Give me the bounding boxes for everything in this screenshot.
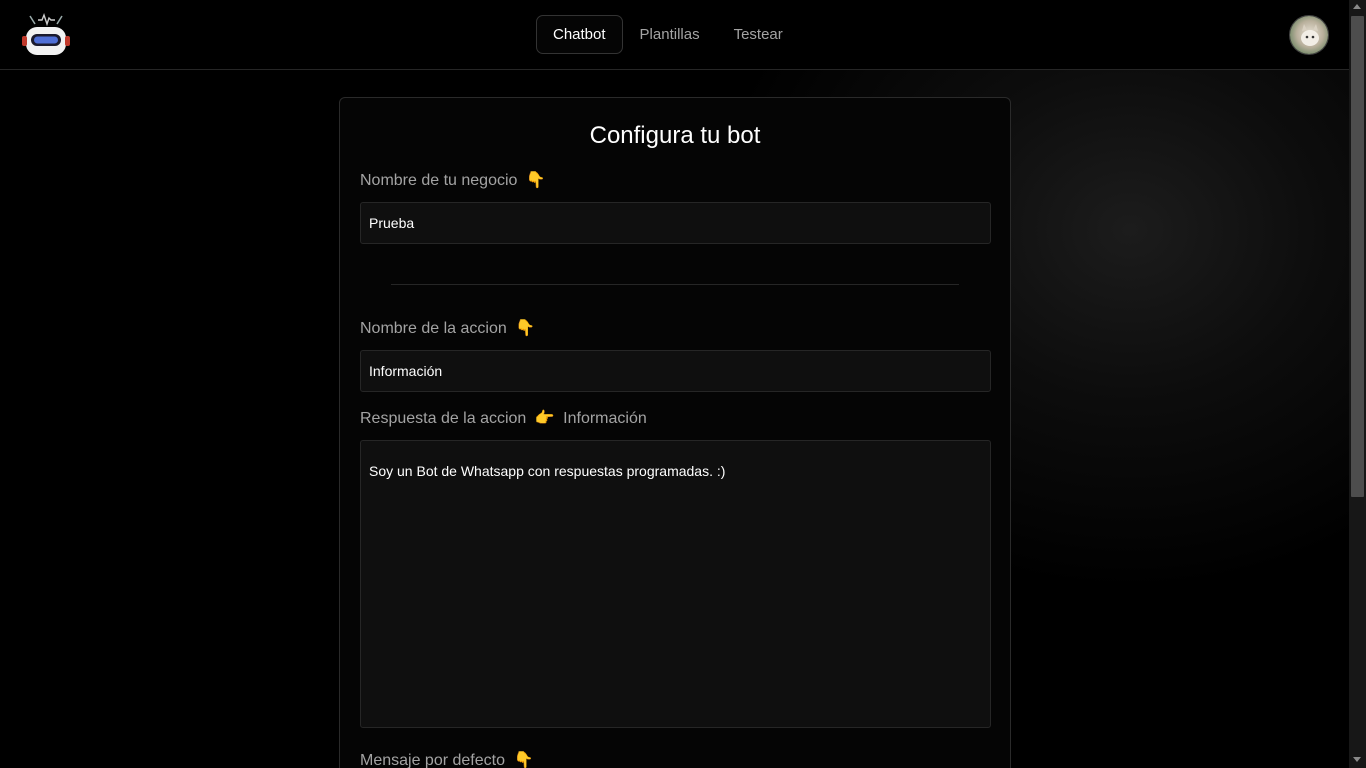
action-response-label-suffix: Información — [563, 410, 647, 427]
business-name-label: Nombre de tu negocio 👇 — [360, 170, 546, 190]
action-response-textarea[interactable]: Soy un Bot de Whatsapp con respuestas pr… — [360, 440, 991, 728]
page-title: Configura tu bot — [589, 122, 761, 149]
top-navbar: Chatbot Plantillas Testear — [0, 0, 1349, 70]
business-name-input[interactable]: Prueba — [360, 202, 991, 244]
business-name-label-text: Nombre de tu negocio — [360, 172, 518, 189]
pointing-down-icon: 👇 — [525, 172, 546, 189]
scroll-up-arrow-icon[interactable] — [1353, 4, 1361, 9]
divider — [391, 284, 959, 285]
tab-chatbot[interactable]: Chatbot — [536, 15, 623, 54]
scroll-thumb[interactable] — [1351, 16, 1364, 497]
config-card: Configura tu bot Nombre de tu negocio 👇 … — [339, 97, 1011, 768]
scroll-down-arrow-icon[interactable] — [1353, 757, 1361, 762]
action-response-label: Respuesta de la accion 👉 Información — [360, 408, 647, 428]
default-message-label-text: Mensaje por defecto — [360, 752, 505, 768]
pointing-down-icon: 👇 — [513, 752, 534, 768]
tab-plantillas[interactable]: Plantillas — [623, 15, 717, 54]
main-nav: Chatbot Plantillas Testear — [536, 15, 800, 54]
action-response-label-text: Respuesta de la accion — [360, 410, 527, 427]
action-name-label-text: Nombre de la accion — [360, 320, 507, 337]
scrollbar[interactable] — [1349, 0, 1366, 768]
pointing-right-icon: 👉 — [534, 410, 555, 427]
robot-logo-icon[interactable] — [20, 12, 72, 58]
page: Chatbot Plantillas Testear Configura tu … — [0, 0, 1366, 768]
pointing-down-icon: 👇 — [515, 320, 536, 337]
action-name-label: Nombre de la accion 👇 — [360, 318, 535, 338]
default-message-label: Mensaje por defecto 👇 — [360, 750, 533, 768]
action-name-input[interactable]: Información — [360, 350, 991, 392]
user-avatar[interactable] — [1289, 15, 1329, 55]
tab-testear[interactable]: Testear — [717, 15, 800, 54]
